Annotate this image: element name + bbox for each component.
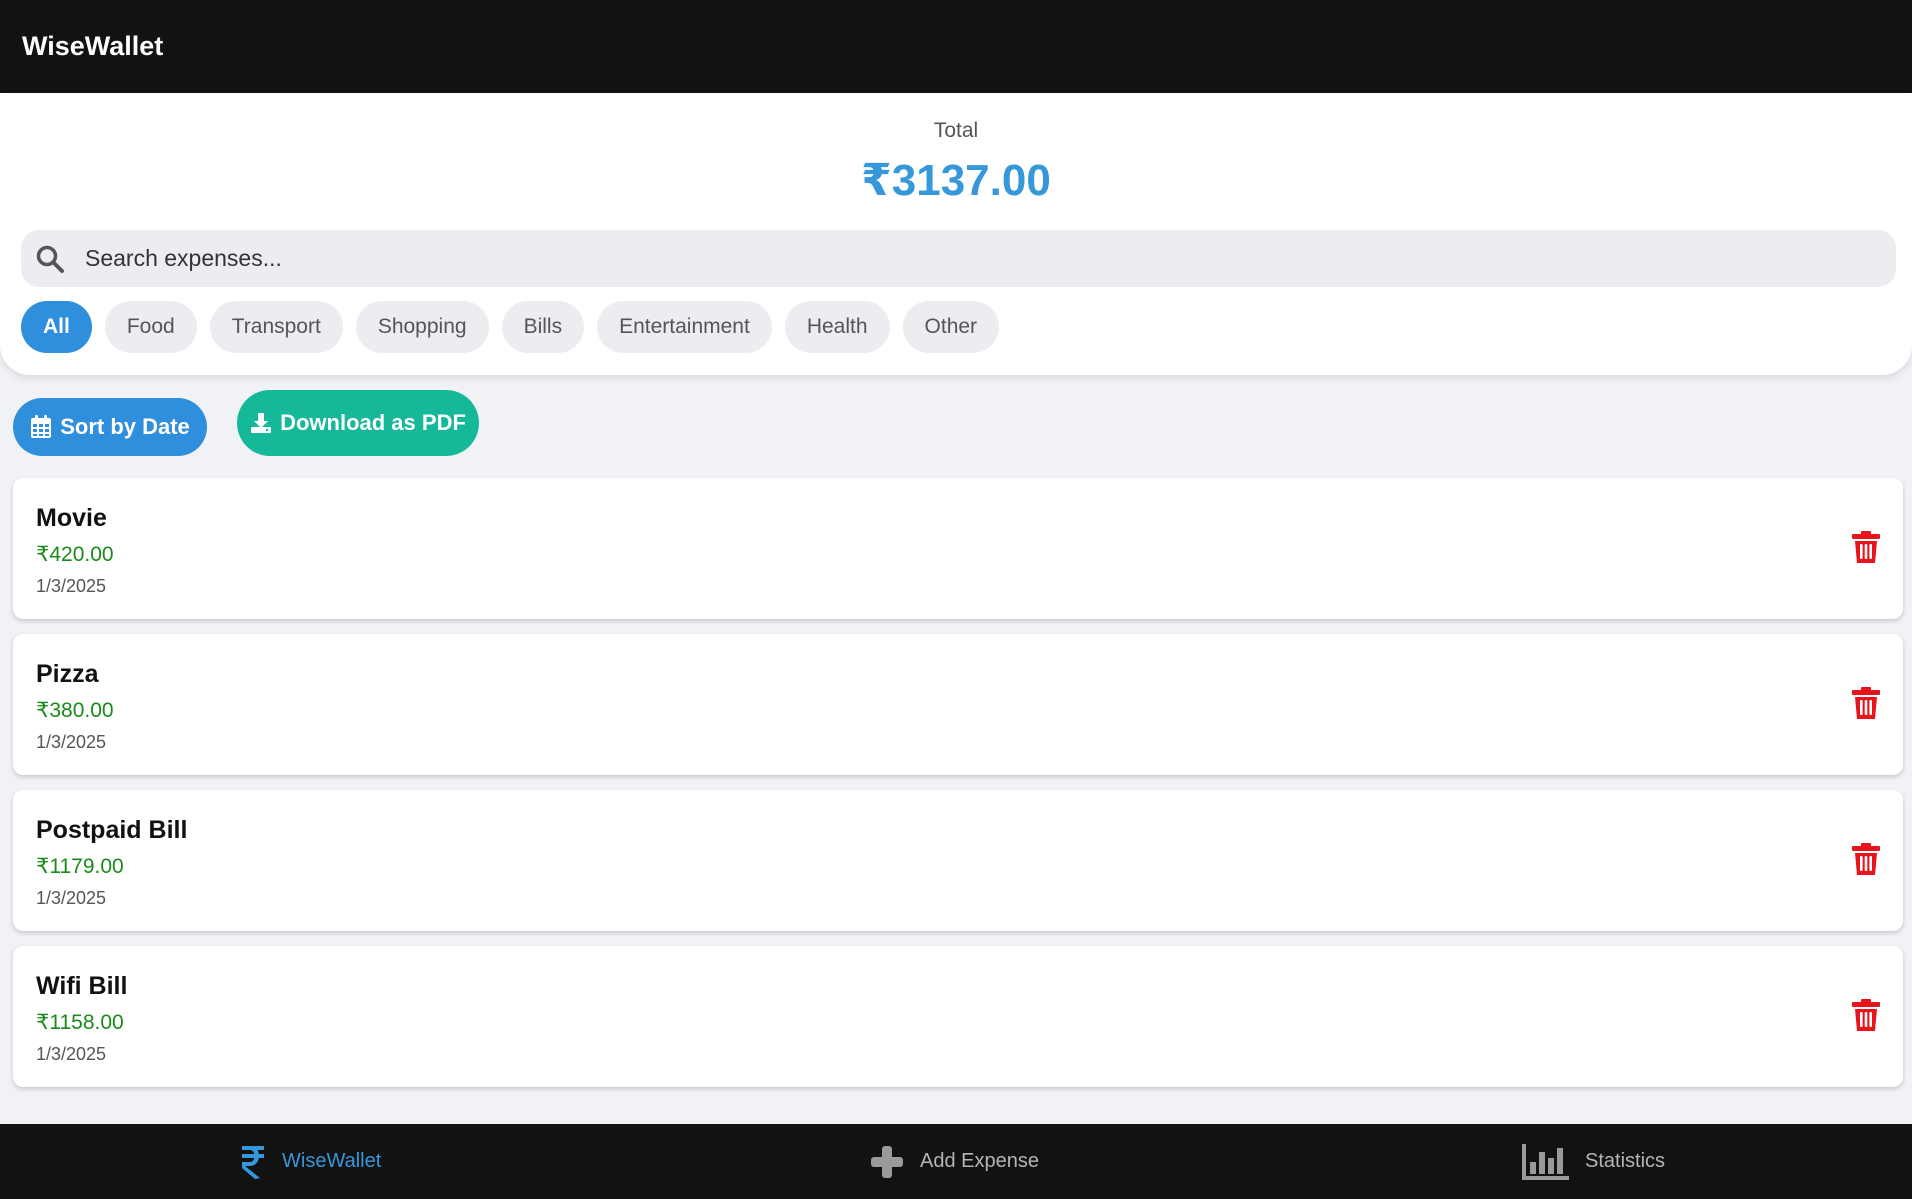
expense-name: Wifi Bill (36, 972, 128, 1000)
delete-expense-button[interactable] (1851, 842, 1881, 880)
expense-amount: ₹1179.00 (36, 855, 124, 878)
filter-chip-transport[interactable]: Transport (209, 301, 343, 353)
download-pdf-button[interactable]: Download as PDF (237, 390, 479, 456)
filter-chip-all[interactable]: All (21, 301, 92, 353)
expense-date: 1/3/2025 (36, 888, 107, 908)
trash-icon (1852, 842, 1880, 880)
search-bar[interactable] (21, 230, 1896, 287)
filter-chip-shopping[interactable]: Shopping (355, 301, 489, 353)
expense-amount: ₹1158.00 (36, 1011, 124, 1034)
total-value: ₹3137.00 (861, 156, 1051, 205)
search-icon (36, 245, 64, 273)
filter-chip-health[interactable]: Health (784, 301, 890, 353)
nav-home-label: WiseWallet (282, 1150, 382, 1172)
download-button-label: Download as PDF (280, 410, 466, 435)
bar-chart-icon (1522, 1143, 1569, 1180)
total-label: Total (933, 119, 979, 142)
expense-name: Pizza (36, 660, 99, 688)
expense-name: Movie (36, 504, 107, 532)
trash-icon (1852, 530, 1880, 568)
expense-date: 1/3/2025 (36, 1044, 107, 1064)
app-title: WiseWallet (22, 31, 164, 61)
expense-date: 1/3/2025 (36, 576, 107, 596)
calendar-icon (31, 415, 52, 438)
expense-amount: ₹380.00 (36, 699, 114, 722)
nav-add-expense[interactable]: Add Expense (870, 1124, 1039, 1199)
expense-list: Movie ₹420.00 1/3/2025 Pizza ₹380.00 1/3/2025… (13, 478, 1903, 1102)
category-filter-chips: All Food Transport Shopping Bills Entertainme… (21, 301, 1000, 353)
filter-chip-bills[interactable]: Bills (501, 301, 585, 353)
filter-chip-food[interactable]: Food (104, 301, 197, 353)
expense-amount: ₹420.00 (36, 543, 114, 566)
search-input[interactable] (85, 230, 1896, 287)
rupee-icon (242, 1145, 264, 1179)
expense-name: Postpaid Bill (36, 816, 188, 844)
expense-card: Movie ₹420.00 1/3/2025 (13, 478, 1903, 619)
nav-statistics[interactable]: Statistics (1521, 1124, 1665, 1199)
trash-icon (1852, 998, 1880, 1036)
top-app-bar: WiseWallet (0, 0, 1912, 93)
sort-button-label: Sort by Date (60, 414, 190, 439)
expense-date: 1/3/2025 (36, 732, 107, 752)
expense-card: Wifi Bill ₹1158.00 1/3/2025 (13, 946, 1903, 1087)
nav-add-label: Add Expense (920, 1150, 1039, 1172)
delete-expense-button[interactable] (1851, 686, 1881, 724)
delete-expense-button[interactable] (1851, 530, 1881, 568)
filter-chip-other[interactable]: Other (902, 301, 1000, 353)
expense-card: Postpaid Bill ₹1179.00 1/3/2025 (13, 790, 1903, 931)
summary-card: Total ₹3137.00 AllFoodTransportShoppingB… (0, 93, 1912, 375)
expense-card: Pizza ₹380.00 1/3/2025 (13, 634, 1903, 775)
filter-chip-entertainment[interactable]: Entertainment (597, 301, 772, 353)
nav-stats-label: Statistics (1585, 1150, 1666, 1172)
trash-icon (1852, 686, 1880, 724)
download-icon (251, 413, 272, 433)
plus-icon (871, 1145, 903, 1178)
nav-home[interactable]: WiseWallet (240, 1124, 381, 1199)
bottom-nav-bar: WiseWallet Add Expense Statistics (0, 1124, 1912, 1199)
sort-by-date-button[interactable]: Sort by Date (13, 398, 207, 456)
delete-expense-button[interactable] (1851, 998, 1881, 1036)
